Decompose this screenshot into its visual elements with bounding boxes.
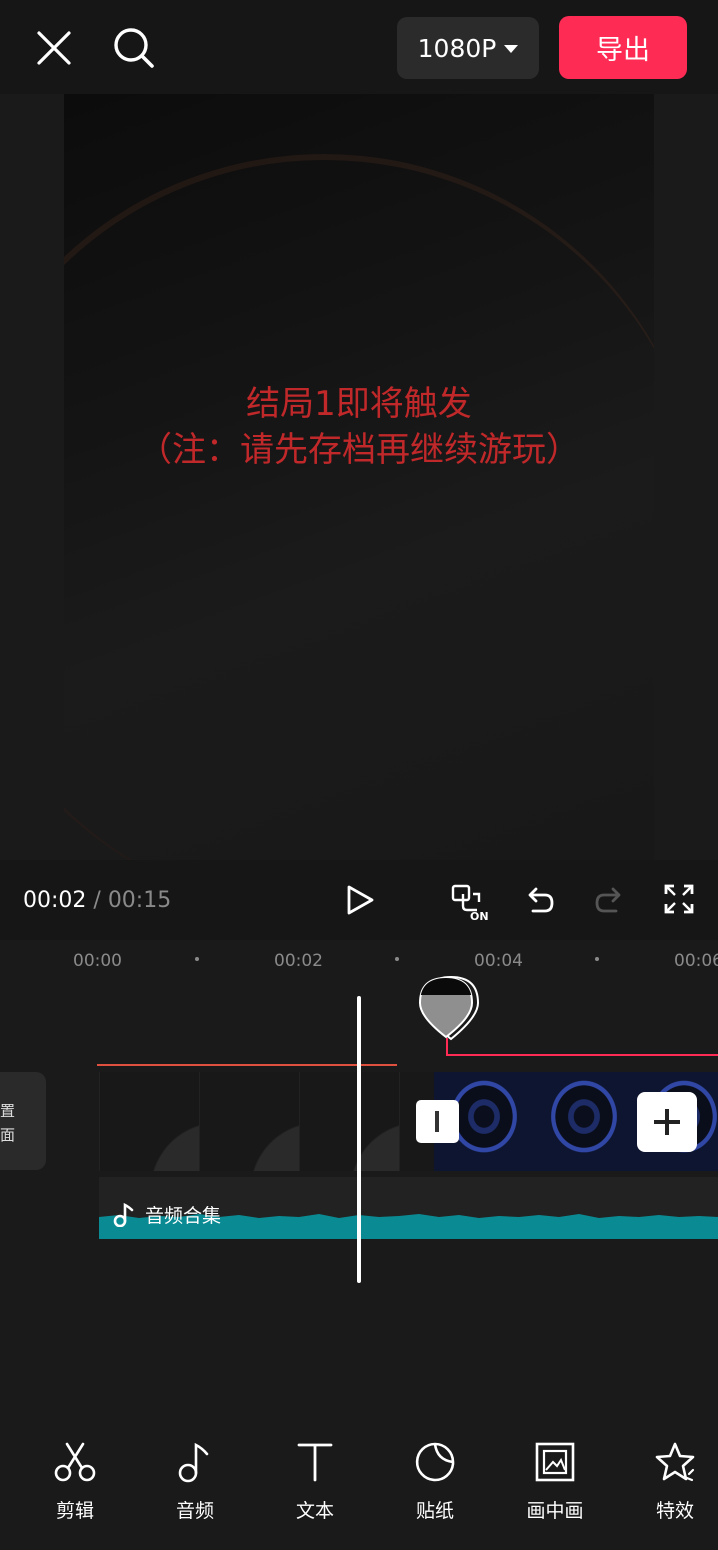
video-preview-area: 结局1即将触发 （注：请先存档再继续游玩） xyxy=(0,94,718,860)
play-icon[interactable] xyxy=(340,880,380,920)
video-clip-dark[interactable] xyxy=(99,1072,434,1171)
audio-label: 音频合集 xyxy=(113,1201,221,1228)
sticker-icon xyxy=(415,1442,455,1482)
undo-icon[interactable] xyxy=(520,880,558,918)
effects-star-icon xyxy=(655,1442,695,1482)
time-ruler-tick: 00:04 xyxy=(474,951,523,971)
keyframe-on-icon[interactable]: ON xyxy=(449,880,491,922)
search-icon[interactable] xyxy=(108,22,160,74)
clip-thumbnail xyxy=(99,1072,199,1171)
close-icon[interactable] xyxy=(30,24,78,72)
chevron-down-icon xyxy=(504,45,519,53)
export-button[interactable]: 导出 xyxy=(559,16,687,79)
preview-caption-line2: （注：请先存档再继续游玩） xyxy=(138,430,580,470)
scissors-icon xyxy=(54,1442,96,1482)
preview-caption-line1: 结局1即将触发 xyxy=(246,384,472,424)
total-time: 00:15 xyxy=(107,888,172,913)
tool-label: 画中画 xyxy=(526,1500,584,1522)
time-ruler-tick: 00:00 xyxy=(73,951,122,971)
timecode: 00:02 / 00:15 xyxy=(23,888,171,913)
time-ruler-tick: 00:02 xyxy=(274,951,323,971)
video-preview[interactable]: 结局1即将触发 （注：请先存档再继续游玩） xyxy=(64,94,654,860)
music-note-icon xyxy=(113,1202,134,1227)
time-ruler-dot xyxy=(195,957,199,961)
tool-edit[interactable]: 剪辑 xyxy=(35,1440,115,1530)
effect-pin-marker[interactable] xyxy=(418,975,480,1045)
cover-label-line1: 置 xyxy=(0,1102,16,1120)
tool-effects[interactable]: 特效 xyxy=(635,1440,715,1530)
preview-image-arc xyxy=(64,154,654,860)
audio-track-title: 音频合集 xyxy=(145,1205,222,1227)
playhead[interactable] xyxy=(357,996,361,1283)
clip-thumbnail xyxy=(534,1072,634,1171)
tool-label: 音频 xyxy=(175,1500,214,1522)
transition-icon xyxy=(435,1111,439,1132)
tool-label: 特效 xyxy=(655,1500,694,1522)
plus-icon-stroke xyxy=(665,1109,669,1135)
top-bar: 1080P 导出 xyxy=(0,0,718,94)
effect-range-line xyxy=(97,1064,397,1066)
playback-bar: 00:02 / 00:15 ON xyxy=(0,860,718,940)
time-ruler-dot xyxy=(395,957,399,961)
tool-text[interactable]: 文本 xyxy=(275,1440,355,1530)
music-note-icon xyxy=(178,1442,209,1483)
tool-label: 文本 xyxy=(295,1500,334,1522)
tool-sticker[interactable]: 贴纸 xyxy=(395,1440,475,1530)
time-ruler-tick: 00:06 xyxy=(674,951,718,971)
time-ruler-dot xyxy=(595,957,599,961)
time-separator: / xyxy=(86,888,108,913)
tool-picture-in-picture[interactable]: 画中画 xyxy=(515,1440,595,1530)
fullscreen-icon[interactable] xyxy=(661,881,697,917)
audio-track[interactable]: 音频合集 xyxy=(99,1177,718,1239)
current-time: 00:02 xyxy=(23,888,87,913)
tool-audio[interactable]: 音频 xyxy=(155,1440,235,1530)
add-clip-button[interactable] xyxy=(637,1092,697,1152)
set-cover-button[interactable]: 置 面 xyxy=(0,1072,46,1170)
resolution-dropdown[interactable]: 1080P xyxy=(397,17,539,79)
cover-label-line2: 面 xyxy=(0,1126,16,1144)
timeline[interactable]: 00:00 00:02 00:04 00:06 置 面 音频合集 xyxy=(0,940,718,1410)
text-icon xyxy=(297,1443,333,1482)
clip-thumbnail xyxy=(299,1072,399,1171)
tool-label: 剪辑 xyxy=(55,1500,94,1522)
clip-thumbnail xyxy=(199,1072,299,1171)
redo-icon[interactable] xyxy=(591,880,629,918)
bottom-toolbar: 剪辑 音频 文本 贴纸 画中画 特效 xyxy=(0,1410,718,1550)
svg-text:ON: ON xyxy=(470,910,489,922)
resolution-value: 1080P xyxy=(417,33,497,63)
picture-in-picture-icon xyxy=(535,1442,575,1482)
tool-label: 贴纸 xyxy=(415,1500,454,1522)
effect-range-line xyxy=(446,1054,718,1056)
transition-button[interactable] xyxy=(416,1100,459,1143)
